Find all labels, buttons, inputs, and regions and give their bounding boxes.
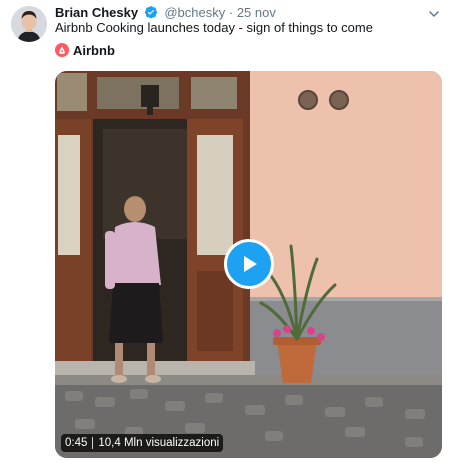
video-duration: 0:45 [65,437,88,449]
header-separator: · [228,5,234,20]
avatar[interactable] [11,6,47,42]
video-player[interactable]: 0:45 10,4 Mln visualizzazioni [55,71,442,458]
play-button[interactable] [224,239,274,289]
play-icon [244,256,257,272]
video-info-overlay: 0:45 10,4 Mln visualizzazioni [61,434,224,452]
chevron-down-icon[interactable] [428,7,440,19]
author-handle[interactable]: @bchesky [164,5,225,20]
avatar-image [11,6,47,42]
brand-attribution[interactable]: Airbnb [55,41,115,59]
video-views: 10,4 Mln visualizzazioni [98,437,220,449]
tweet-date[interactable]: 25 nov [237,5,276,20]
brand-name: Airbnb [73,42,115,58]
tweet-card[interactable]: Brian Chesky @bchesky · 25 nov Airbnb Co… [0,0,450,467]
airbnb-logo-icon [55,43,69,57]
tweet-text: Airbnb Cooking launches today - sign of … [55,20,373,35]
overlay-divider [92,437,94,449]
author-name[interactable]: Brian Chesky [55,5,138,20]
